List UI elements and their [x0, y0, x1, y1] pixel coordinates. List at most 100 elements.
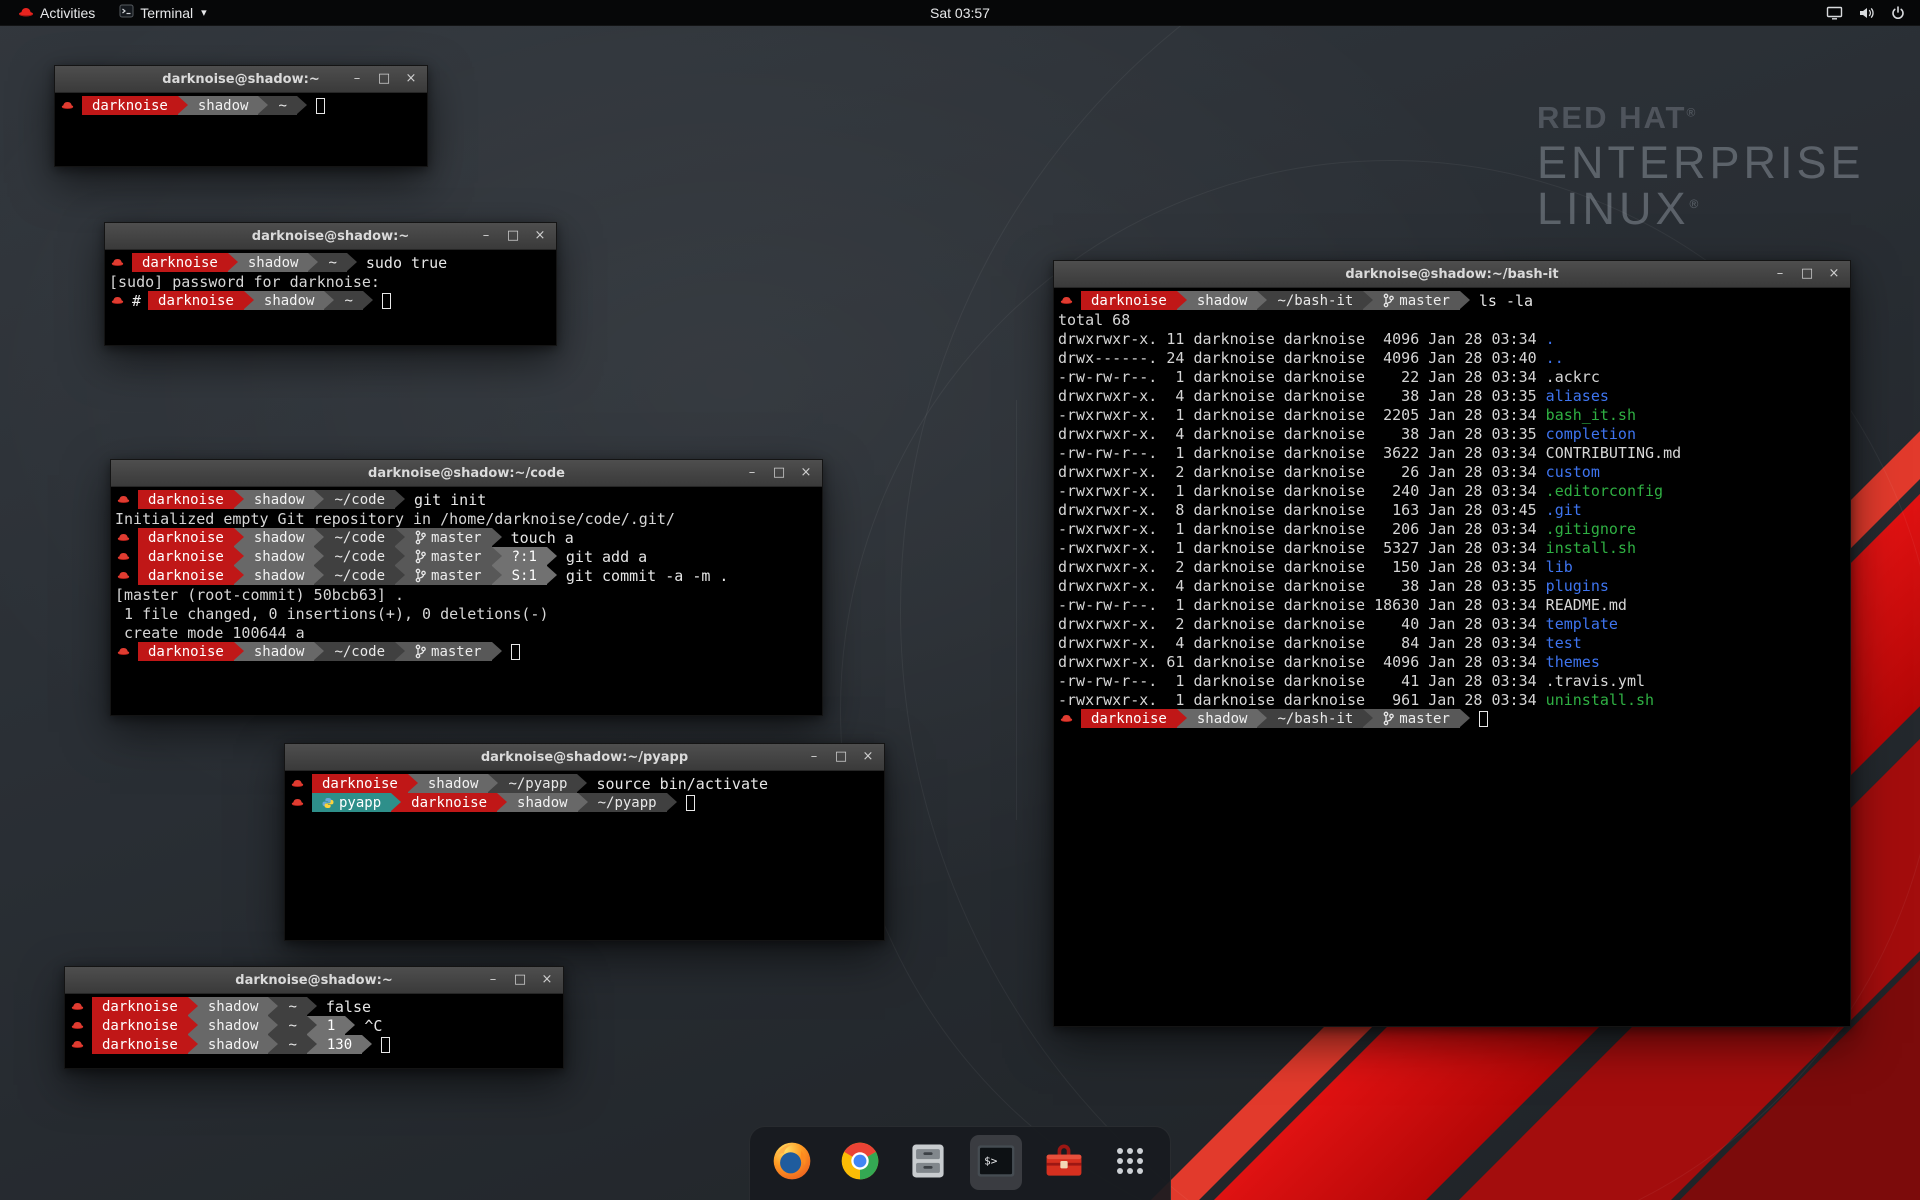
output-line: drwxrwxr-x. 2 darknoise darknoise 40 Jan…	[1058, 614, 1850, 633]
terminal-content[interactable]: darknoiseshadow~/bash-itmasterls -latota…	[1054, 288, 1850, 1026]
redhat-prompt-icon	[111, 256, 124, 269]
output-text: -rwxrwxr-x. 1 darknoise darknoise 240 Ja…	[1058, 482, 1546, 500]
window-titlebar[interactable]: darknoise@shadow:~–□×	[105, 223, 556, 250]
terminal-window[interactable]: darknoise@shadow:~/bash-it–□×darknoisesh…	[1053, 260, 1851, 1027]
dock-files-button[interactable]	[902, 1135, 954, 1190]
prompt-segment-path: ~	[278, 1016, 306, 1035]
dock-chrome-button[interactable]	[834, 1135, 886, 1190]
dock-terminal-button[interactable]: $>	[970, 1135, 1022, 1190]
terminal-window[interactable]: darknoise@shadow:~–□×darknoiseshadow~fal…	[64, 966, 564, 1069]
output-text: drwxrwxr-x. 4 darknoise darknoise 84 Jan…	[1058, 634, 1546, 652]
prompt-segment-host: shadow	[254, 291, 325, 310]
output-text: -rwxrwxr-x. 1 darknoise darknoise 5327 J…	[1058, 539, 1546, 557]
redhat-prompt-icon	[1060, 712, 1073, 725]
powerline-arrow-icon	[1257, 709, 1267, 728]
minimize-button[interactable]: –	[807, 750, 821, 764]
minimize-button[interactable]: –	[1773, 267, 1787, 281]
dock-toolbox-button[interactable]	[1038, 1135, 1090, 1190]
prompt-segment-path: ~/code	[324, 547, 395, 566]
output-line: total 68	[1058, 310, 1850, 329]
prompt-segment-host: shadow	[188, 96, 259, 115]
segment-label: shadow	[198, 98, 249, 114]
directory-name: aliases	[1546, 387, 1609, 405]
maximize-button[interactable]: □	[1800, 267, 1814, 281]
dock: $>	[749, 1126, 1171, 1200]
output-text: drwxrwxr-x. 4 darknoise darknoise 38 Jan…	[1058, 577, 1546, 595]
redhat-logo-icon	[18, 5, 34, 21]
window-titlebar[interactable]: darknoise@shadow:~/pyapp–□×	[285, 744, 884, 771]
segment-label: S:1	[512, 568, 537, 584]
powerline-arrow-icon	[178, 96, 188, 115]
minimize-button[interactable]: –	[745, 466, 759, 480]
terminal-window[interactable]: darknoise@shadow:~/pyapp–□×darknoiseshad…	[284, 743, 885, 941]
screen-icon[interactable]	[1826, 5, 1843, 21]
dock-firefox-button[interactable]	[766, 1135, 818, 1190]
command-text: git init	[414, 491, 486, 509]
window-titlebar[interactable]: darknoise@shadow:~–□×	[65, 967, 563, 994]
powerline-arrow-icon	[395, 642, 405, 661]
output-text: -rw-rw-r--. 1 darknoise darknoise 3622 J…	[1058, 444, 1546, 462]
directory-name: plugins	[1546, 577, 1609, 595]
close-button[interactable]: ×	[404, 72, 418, 86]
prompt-segment-user: darknoise	[138, 642, 234, 661]
terminal-window[interactable]: darknoise@shadow:~–□×darknoiseshadow~sud…	[104, 222, 557, 346]
powerline-arrow-icon	[578, 793, 588, 812]
close-button[interactable]: ×	[540, 973, 554, 987]
maximize-button[interactable]: □	[834, 750, 848, 764]
command-text: git add a	[566, 548, 647, 566]
maximize-button[interactable]: □	[772, 466, 786, 480]
terminal-content[interactable]: darknoiseshadow~falsedarknoiseshadow~1^C…	[65, 994, 563, 1068]
prompt-segment-path: ~/code	[324, 566, 395, 585]
terminal-content[interactable]: darknoiseshadow~sudo true[sudo] password…	[105, 250, 556, 345]
close-button[interactable]: ×	[861, 750, 875, 764]
output-line: drwxrwxr-x. 8 darknoise darknoise 163 Ja…	[1058, 500, 1850, 519]
volume-icon[interactable]	[1858, 5, 1875, 21]
minimize-button[interactable]: –	[479, 229, 493, 243]
powerline-arrow-icon	[324, 291, 334, 310]
prompt-segment-host: shadow	[1187, 291, 1258, 310]
close-button[interactable]: ×	[1827, 267, 1841, 281]
window-titlebar[interactable]: darknoise@shadow:~/bash-it–□×	[1054, 261, 1850, 288]
segment-label: darknoise	[148, 492, 224, 508]
directory-name: completion	[1546, 425, 1636, 443]
prompt-line: darknoiseshadow~sudo true	[109, 253, 556, 272]
prompt-segment-status: 130	[317, 1035, 362, 1054]
output-text: -rw-rw-r--. 1 darknoise darknoise 41 Jan…	[1058, 672, 1546, 690]
output-text: -rwxrwxr-x. 1 darknoise darknoise 206 Ja…	[1058, 520, 1546, 538]
segment-label: ~/code	[334, 549, 385, 565]
output-line: drwxrwxr-x. 61 darknoise darknoise 4096 …	[1058, 652, 1850, 671]
segment-label: master	[431, 644, 482, 660]
power-icon[interactable]	[1890, 5, 1906, 21]
dock-app-grid-button[interactable]	[1106, 1137, 1154, 1188]
minimize-button[interactable]: –	[350, 72, 364, 86]
app-menu[interactable]: Terminal ▾	[109, 0, 216, 26]
terminal-window[interactable]: darknoise@shadow:~/code–□×darknoiseshado…	[110, 459, 823, 716]
maximize-button[interactable]: □	[506, 229, 520, 243]
terminal-content[interactable]: darknoiseshadow~/codegit initInitialized…	[111, 487, 822, 715]
prompt-segment-host: shadow	[198, 1035, 269, 1054]
terminal-content[interactable]: darknoiseshadow~	[55, 93, 427, 166]
minimize-button[interactable]: –	[486, 973, 500, 987]
prompt-segment-user: darknoise	[401, 793, 497, 812]
output-text: README.md	[1546, 596, 1627, 614]
activities-button[interactable]: Activities	[8, 0, 105, 26]
clock[interactable]: Sat 03:57	[930, 5, 990, 21]
output-line: -rwxrwxr-x. 1 darknoise darknoise 240 Ja…	[1058, 481, 1850, 500]
segment-label: darknoise	[102, 1018, 178, 1034]
branch-icon	[415, 568, 426, 583]
redhat-prompt-icon	[117, 569, 130, 582]
activities-label: Activities	[40, 5, 95, 21]
window-titlebar[interactable]: darknoise@shadow:~/code–□×	[111, 460, 822, 487]
close-button[interactable]: ×	[799, 466, 813, 480]
close-button[interactable]: ×	[533, 229, 547, 243]
segment-label: ?:1	[512, 549, 537, 565]
window-titlebar[interactable]: darknoise@shadow:~–□×	[55, 66, 427, 93]
prompt-line: darknoiseshadow~/bash-itmaster	[1058, 709, 1850, 728]
powerline-arrow-icon	[345, 1016, 355, 1035]
terminal-content[interactable]: darknoiseshadow~/pyappsource bin/activat…	[285, 771, 884, 940]
segment-label: ~	[288, 1037, 296, 1053]
terminal-window[interactable]: darknoise@shadow:~–□×darknoiseshadow~	[54, 65, 428, 167]
maximize-button[interactable]: □	[377, 72, 391, 86]
redhat-prompt-icon	[291, 777, 304, 790]
maximize-button[interactable]: □	[513, 973, 527, 987]
